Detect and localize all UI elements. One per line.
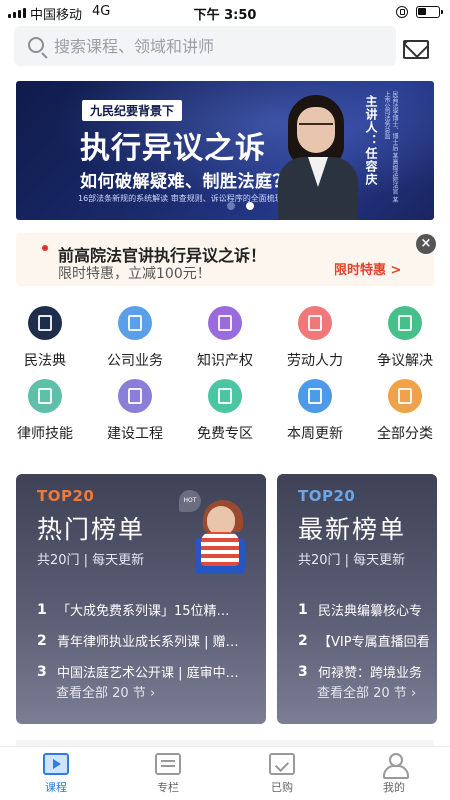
search-icon <box>28 37 44 53</box>
search-input[interactable] <box>54 26 384 66</box>
profile-icon <box>381 753 409 779</box>
course-banner[interactable]: 九民纪要背景下 执行异议之诉 如何破解疑难、制胜法庭？ 16部法条新规的系统解读… <box>16 81 434 220</box>
document-icon <box>298 306 332 340</box>
category-ip[interactable]: 知识产权 <box>190 306 260 370</box>
view-all-link[interactable]: 查看全部 20 节 › <box>317 682 416 701</box>
ranking-badge: TOP20 <box>298 487 356 505</box>
ranking-card-hot[interactable]: TOP20 热门榜单 共20门 | 每天更新 HOT 1 「大成免费系列课」15位… <box>16 474 266 724</box>
banner-tag: 九民纪要背景下 <box>82 100 183 121</box>
category-label: 知识产权 <box>197 353 253 369</box>
purchased-icon <box>269 753 295 775</box>
banner-dot[interactable] <box>227 202 235 210</box>
ranking-card-latest[interactable]: TOP20 最新榜单 共20门 | 每天更新 1 民法典编纂核心专 2 【VIP专属… <box>277 474 437 724</box>
status-bar: 中国移动 4G 下午 3:50 <box>0 0 450 24</box>
banner-speaker: 主讲人：任容庆 <box>364 95 378 186</box>
app-screen: 中国移动 4G 下午 3:50 九民纪要背景下 执行异议之诉 如何破解疑难、制胜… <box>0 0 450 800</box>
category-weekly-update[interactable]: 本周更新 <box>280 379 350 443</box>
tab-label: 专栏 <box>157 781 179 794</box>
building-icon <box>118 379 152 413</box>
banner-pagination[interactable] <box>227 202 254 210</box>
scales-icon <box>388 306 422 340</box>
ranking-list: 1 民法典编纂核心专 2 【VIP专属直播回看 3 何禄赞：跨境业务 <box>298 594 437 687</box>
category-label: 建设工程 <box>107 426 163 442</box>
banner-dot-active[interactable] <box>246 202 254 210</box>
category-company[interactable]: 公司业务 <box>100 306 170 370</box>
ranking-item[interactable]: 1 「大成免费系列课」15位精… <box>37 594 252 625</box>
battery-icon <box>416 6 443 18</box>
promo-subtitle: 限时特惠，立减100元！ <box>58 266 211 282</box>
ranking-badge: TOP20 <box>37 487 95 505</box>
tab-label: 我的 <box>383 781 405 794</box>
close-icon[interactable]: × <box>416 234 436 254</box>
banner-title: 执行异议之诉 <box>80 131 266 166</box>
category-labor[interactable]: 劳动人力 <box>280 306 350 370</box>
category-label: 公司业务 <box>107 353 163 369</box>
tab-label: 已购 <box>271 781 293 794</box>
hot-fire-icon: HOT <box>179 490 201 512</box>
column-icon <box>155 753 181 775</box>
category-dispute[interactable]: 争议解决 <box>370 306 440 370</box>
tab-label: 课程 <box>45 781 67 794</box>
category-construction[interactable]: 建设工程 <box>100 379 170 443</box>
hot-illustration: HOT <box>177 488 257 578</box>
list-icon <box>388 379 422 413</box>
ranking-item[interactable]: 1 民法典编纂核心专 <box>298 594 437 625</box>
tab-column[interactable]: 专栏 <box>138 753 198 795</box>
category-label: 全部分类 <box>377 426 433 442</box>
category-all[interactable]: 全部分类 <box>370 379 440 443</box>
category-label: 律师技能 <box>17 426 73 442</box>
tab-profile[interactable]: 我的 <box>364 753 424 795</box>
ranking-title: 热门榜单 <box>37 515 146 544</box>
category-lawyer-skills[interactable]: 律师技能 <box>10 379 80 443</box>
video-course-icon <box>43 753 69 775</box>
ranking-item[interactable]: 2 青年律师执业成长系列课 | 赠… <box>37 625 252 656</box>
search-bar[interactable] <box>14 26 396 66</box>
category-label: 争议解决 <box>377 353 433 369</box>
category-label: 民法典 <box>24 353 66 369</box>
ranking-list: 1 「大成免费系列课」15位精… 2 青年律师执业成长系列课 | 赠… 3 中国法庭艺… <box>37 594 252 687</box>
certificate-icon <box>28 379 62 413</box>
ranking-title: 最新榜单 <box>298 515 407 544</box>
message-icon[interactable] <box>403 40 429 59</box>
ranking-meta: 共20门 | 每天更新 <box>298 553 406 568</box>
graduation-cap-icon <box>208 306 242 340</box>
view-all-link[interactable]: 查看全部 20 节 › <box>56 682 155 701</box>
tab-purchased[interactable]: 已购 <box>252 753 312 795</box>
promo-dot <box>42 245 48 251</box>
promo-button[interactable]: 限时特惠 > <box>334 259 401 278</box>
ranking-item[interactable]: 2 【VIP专属直播回看 <box>298 625 437 656</box>
ranking-meta: 共20门 | 每天更新 <box>37 553 145 568</box>
category-label: 免费专区 <box>197 426 253 442</box>
category-label: 本周更新 <box>287 426 343 442</box>
free-icon <box>208 379 242 413</box>
promo-bar[interactable]: 前高院法官讲执行异议之诉！ 限时特惠，立减100元！ 限时特惠 > <box>16 233 434 286</box>
civil-code-icon <box>28 306 62 340</box>
company-icon <box>118 306 152 340</box>
category-civil-code[interactable]: 民法典 <box>10 306 80 370</box>
clock-icon <box>298 379 332 413</box>
category-free[interactable]: 免费专区 <box>190 379 260 443</box>
rotation-lock-icon <box>396 6 408 18</box>
banner-subtitle: 如何破解疑难、制胜法庭？ <box>80 172 290 192</box>
status-time: 下午 3:50 <box>193 8 257 23</box>
lecturer-photo <box>278 95 358 220</box>
bottom-tab-bar: 课程 专栏 已购 我的 <box>0 746 450 800</box>
category-label: 劳动人力 <box>287 353 343 369</box>
tab-course[interactable]: 课程 <box>26 753 86 795</box>
banner-speaker-info: 民商法学博士、博士后 某高级法院法官 某上市公司法务总监 <box>383 91 398 203</box>
